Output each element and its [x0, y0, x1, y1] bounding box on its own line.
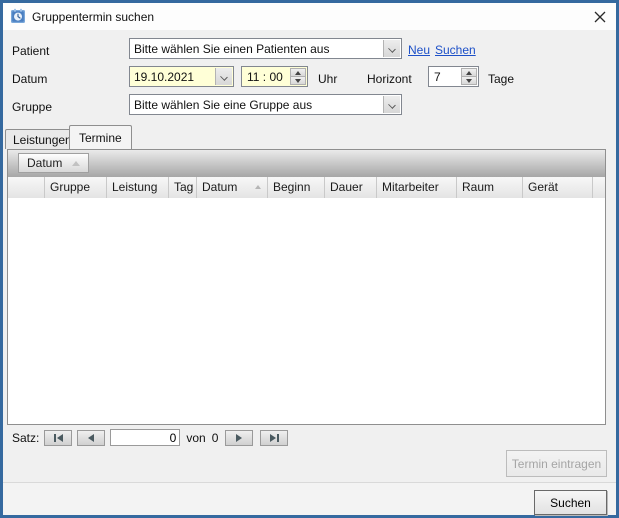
column-header-rowindicator[interactable]	[8, 177, 45, 198]
column-header-leistung[interactable]: Leistung	[107, 177, 169, 198]
nav-next-button[interactable]	[225, 430, 253, 446]
bottom-button-strip: Suchen	[3, 482, 616, 515]
nav-last-button[interactable]	[260, 430, 288, 446]
chevron-down-icon	[388, 101, 396, 109]
patient-dropdown-button[interactable]	[383, 40, 400, 57]
horizont-spinner[interactable]: 7	[428, 66, 479, 87]
arrow-down-icon	[466, 79, 472, 83]
horizont-value: 7	[434, 70, 441, 84]
groupby-label: Datum	[27, 156, 62, 170]
time-spin-up-button[interactable]	[290, 68, 306, 77]
gruppe-dropdown-button[interactable]	[383, 96, 400, 113]
nav-first-button[interactable]	[44, 430, 72, 446]
gruppentermin-suchen-dialog: Gruppentermin suchen Patient Bitte wähle…	[0, 0, 619, 518]
patient-combobox[interactable]: Bitte wählen Sie einen Patienten aus	[129, 38, 402, 59]
column-header-label: Dauer	[330, 180, 363, 194]
grid-header-row: Gruppe Leistung Tag Datum Beginn Dauer Mitarbe…	[8, 177, 605, 198]
column-header-label: Datum	[202, 180, 237, 194]
column-header-mitarbeiter[interactable]: Mitarbeiter	[377, 177, 457, 198]
record-navigator: Satz: von 0	[3, 428, 616, 447]
horizont-spin-up-button[interactable]	[461, 68, 477, 77]
chevron-down-icon	[220, 73, 228, 81]
chevron-down-icon	[388, 45, 396, 53]
time-spinner[interactable]: 11 : 00	[241, 66, 308, 87]
nav-prev-button[interactable]	[77, 430, 105, 446]
gruppe-combobox[interactable]: Bitte wählen Sie eine Gruppe aus	[129, 94, 402, 115]
arrow-up-icon	[466, 71, 472, 75]
grid-body-empty	[8, 198, 605, 424]
arrow-right-icon	[270, 434, 276, 442]
horizont-label: Horizont	[367, 72, 412, 86]
column-header-datum[interactable]: Datum	[197, 177, 268, 198]
arrow-up-icon	[295, 71, 301, 75]
datum-label: Datum	[12, 72, 47, 86]
arrow-left-icon	[57, 434, 63, 442]
grid-groupby-bar: Datum	[8, 150, 605, 177]
time-spin-down-button[interactable]	[290, 77, 306, 85]
arrow-right-icon	[236, 434, 242, 442]
arrow-left-icon	[88, 434, 94, 442]
tab-termine[interactable]: Termine	[69, 125, 132, 149]
column-header-label: Tag	[174, 180, 193, 194]
last-record-icon	[277, 434, 279, 442]
column-header-label: Raum	[462, 180, 494, 194]
sort-asc-icon	[72, 161, 80, 166]
date-dropdown-button[interactable]	[215, 68, 232, 85]
column-header-label: Gerät	[528, 180, 558, 194]
column-header-raum[interactable]: Raum	[457, 177, 523, 198]
dialog-title: Gruppentermin suchen	[32, 10, 154, 24]
date-picker[interactable]: 19.10.2021	[129, 66, 234, 87]
patient-search-link[interactable]: Suchen	[435, 43, 476, 57]
patient-new-link[interactable]: Neu	[408, 43, 430, 57]
column-header-dauer[interactable]: Dauer	[325, 177, 377, 198]
termin-eintragen-button[interactable]: Termin eintragen	[506, 450, 607, 477]
total-records: 0	[212, 431, 219, 445]
gruppe-combobox-value: Bitte wählen Sie eine Gruppe aus	[134, 98, 312, 112]
column-header-label: Mitarbeiter	[382, 180, 439, 194]
patient-combobox-value: Bitte wählen Sie einen Patienten aus	[134, 42, 329, 56]
record-number-input[interactable]	[110, 429, 180, 446]
first-record-icon	[54, 434, 56, 442]
column-header-tag[interactable]: Tag	[169, 177, 197, 198]
suchen-button[interactable]: Suchen	[534, 490, 607, 515]
horizont-spin-down-button[interactable]	[461, 77, 477, 85]
close-icon[interactable]	[592, 9, 608, 25]
column-header-beginn[interactable]: Beginn	[268, 177, 325, 198]
sort-asc-icon	[255, 185, 261, 189]
column-header-label: Leistung	[112, 180, 157, 194]
termine-grid: Datum Gruppe Leistung Tag Datum Beginn Dauer M…	[7, 149, 606, 425]
gruppe-label: Gruppe	[12, 100, 52, 114]
calendar-clock-icon	[10, 8, 26, 24]
groupby-datum-button[interactable]: Datum	[18, 153, 89, 173]
date-picker-value: 19.10.2021	[134, 70, 194, 84]
time-value: 11 : 00	[247, 70, 283, 84]
satz-label: Satz:	[12, 431, 39, 445]
uhr-label: Uhr	[318, 72, 337, 86]
column-header-label: Beginn	[273, 180, 310, 194]
column-header-gruppe[interactable]: Gruppe	[45, 177, 107, 198]
column-header-gert[interactable]: Gerät	[523, 177, 593, 198]
column-header-filler	[593, 177, 605, 198]
title-bar: Gruppentermin suchen	[3, 3, 616, 30]
patient-label: Patient	[12, 44, 49, 58]
column-header-label: Gruppe	[50, 180, 90, 194]
arrow-down-icon	[295, 79, 301, 83]
von-label: von	[186, 431, 205, 445]
tage-label: Tage	[488, 72, 514, 86]
